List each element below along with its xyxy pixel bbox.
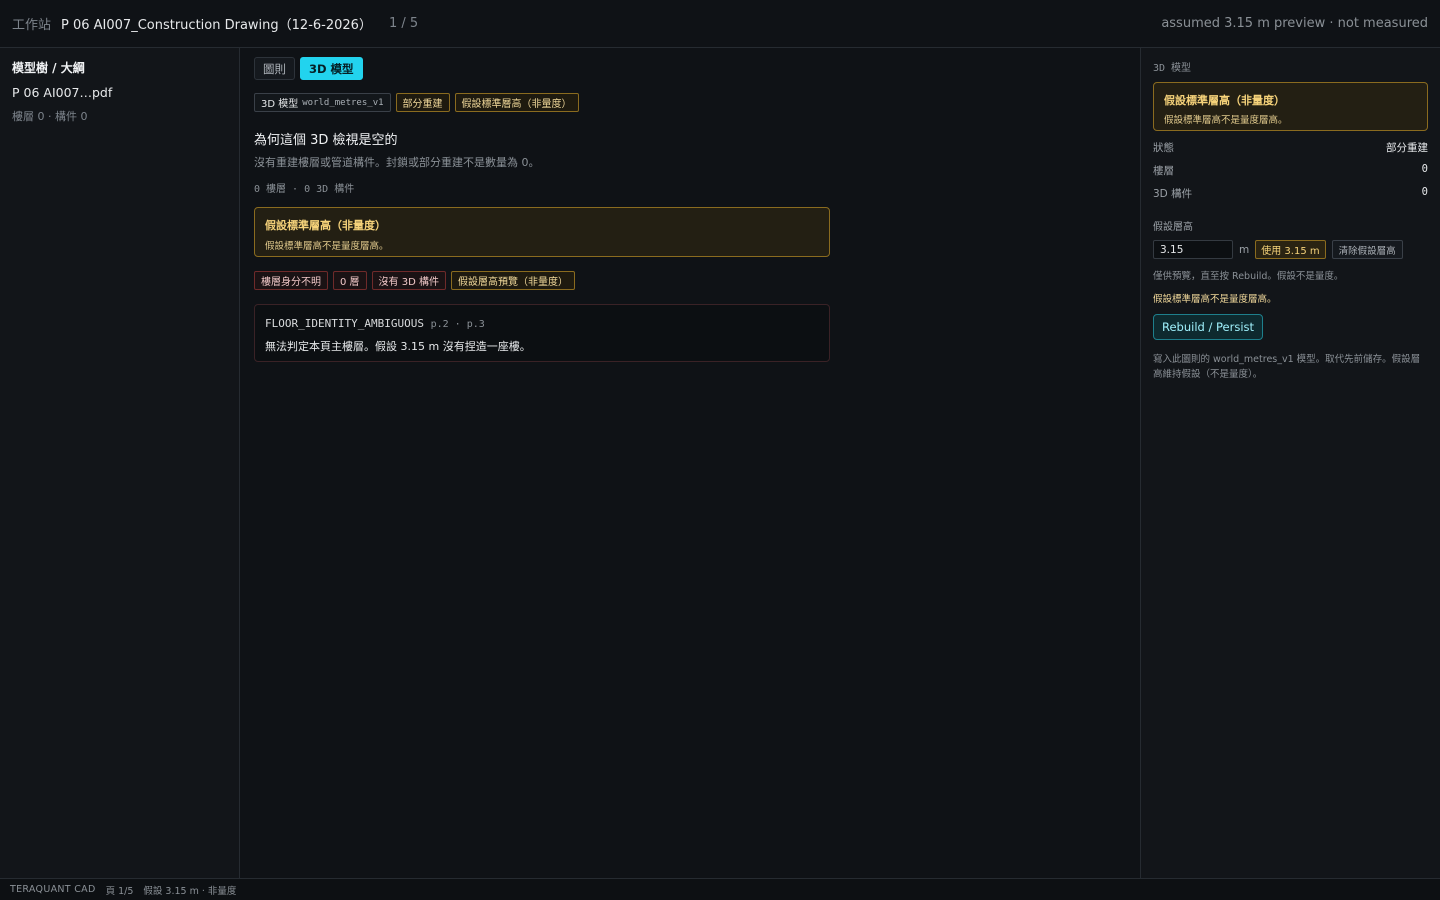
page-indicator: 1 / 5	[388, 16, 419, 31]
height-input[interactable]	[1153, 240, 1233, 259]
model-chips: 3D 模型 world_metres_v1 部分重建 假設標準層高（非量度）	[254, 93, 1126, 112]
issue-message: 無法判定本頁主樓層。假設 3.15 m 沒有捏造一座樓。	[265, 340, 531, 353]
use-height-button[interactable]: 使用 3.15 m	[1255, 240, 1326, 259]
assumed-height-chip: 假設標準層高（非量度）	[454, 93, 579, 112]
warning-body: 假設標準層高不是量度層高。	[265, 241, 389, 252]
status-assumption: 假設 3.15 m · 非量度	[143, 885, 237, 897]
tab-3d-model[interactable]: 3D 模型	[300, 57, 363, 80]
preview-note: 僅供預覽，直至按 Rebuild。假設不是量度。	[1153, 271, 1344, 282]
model-chip-sub: world_metres_v1	[302, 97, 384, 108]
tab-drawing[interactable]: 圖則	[254, 57, 295, 80]
sidebar-meta: 樓層 0 · 構件 0	[12, 110, 88, 123]
height-row: m 使用 3.15 m 清除假設層高	[1153, 240, 1428, 259]
rebuild-description: 寫入此圖則的 world_metres_v1 模型。取代先前儲存。假設層高維持假…	[1153, 354, 1421, 380]
model-tree-sidebar: 模型樹 / 大綱 P 06 AI007…pdf 樓層 0 · 構件 0	[0, 48, 240, 878]
height-section-label: 假設層高	[1153, 222, 1193, 233]
floors-label: 樓層	[1153, 165, 1174, 177]
members-value: 0	[1421, 186, 1428, 198]
workspace-link[interactable]: 工作站	[12, 14, 51, 33]
status-page: 頁 1/5	[105, 885, 134, 897]
brand-label: TERAQUANT CAD	[10, 884, 96, 895]
issue-chip-assumed-preview: 假設層高預覽（非量度）	[450, 271, 575, 290]
issue-code: FLOOR_IDENTITY_AMBIGUOUS	[265, 317, 424, 330]
view-tabs: 圖則 3D 模型	[254, 57, 1126, 80]
partial-rebuild-chip: 部分重建	[395, 93, 450, 112]
preview-status: assumed 3.15 m preview · not measured	[1161, 16, 1428, 31]
issue-code-line: FLOOR_IDENTITY_AMBIGUOUS p.2 · p.3	[265, 317, 819, 330]
status-row: 狀態 部分重建	[1153, 140, 1428, 155]
issue-chip-no-members: 沒有 3D 構件	[371, 271, 446, 290]
sidebar-file-item[interactable]: P 06 AI007…pdf	[12, 85, 227, 100]
issue-chip-floor-count: 0 層	[333, 271, 367, 290]
empty-view-title: 為何這個 3D 檢視是空的	[254, 133, 398, 148]
status-bar: TERAQUANT CAD 頁 1/5 假設 3.15 m · 非量度	[0, 878, 1440, 900]
issue-chip-floor-identity: 樓層身分不明	[254, 271, 328, 290]
main-panel: 圖則 3D 模型 3D 模型 world_metres_v1 部分重建 假設標準…	[240, 48, 1140, 878]
issue-chips: 樓層身分不明 0 層 沒有 3D 構件 假設層高預覽（非量度）	[254, 271, 1126, 290]
issue-pages: p.2 · p.3	[430, 319, 485, 330]
inspector-warning: 假設標準層高（非量度） 假設標準層高不是量度層高。	[1153, 82, 1428, 131]
empty-view-subtitle: 沒有重建樓層或管道構件。封鎖或部分重建不是數量為 0。	[254, 156, 540, 169]
sidebar-title: 模型樹 / 大綱	[12, 61, 85, 75]
inspector-warning-heading: 假設標準層高（非量度）	[1164, 94, 1285, 107]
rebuild-persist-button[interactable]: Rebuild / Persist	[1153, 314, 1264, 340]
status-label: 狀態	[1153, 142, 1174, 154]
model-chip-label: 3D 模型	[261, 99, 299, 110]
clear-height-button[interactable]: 清除假設層高	[1331, 240, 1403, 259]
inspector-heading: 3D 模型	[1153, 63, 1192, 74]
top-bar: 工作站 P 06 AI007_Construction Drawing（12-6…	[0, 0, 1440, 48]
inspector-panel: 3D 模型 假設標準層高（非量度） 假設標準層高不是量度層高。 狀態 部分重建 …	[1140, 48, 1440, 878]
issue-card: FLOOR_IDENTITY_AMBIGUOUS p.2 · p.3 無法判定本…	[254, 304, 830, 362]
status-value: 部分重建	[1386, 142, 1428, 154]
floors-value: 0	[1421, 163, 1428, 175]
assumed-note: 假設標準層高不是量度層高。	[1153, 294, 1277, 305]
members-row: 3D 構件 0	[1153, 186, 1428, 201]
warning-heading: 假設標準層高（非量度）	[265, 219, 386, 232]
document-title: P 06 AI007_Construction Drawing（12-6-202…	[61, 18, 372, 33]
height-unit: m	[1239, 243, 1250, 256]
assumed-height-warning: 假設標準層高（非量度） 假設標準層高不是量度層高。	[254, 207, 830, 257]
floors-row: 樓層 0	[1153, 163, 1428, 178]
inspector-warning-body: 假設標準層高不是量度層高。	[1164, 115, 1288, 126]
model-chip: 3D 模型 world_metres_v1	[254, 93, 391, 112]
members-label: 3D 構件	[1153, 188, 1193, 200]
empty-view-count: 0 樓層 · 0 3D 構件	[254, 184, 355, 195]
